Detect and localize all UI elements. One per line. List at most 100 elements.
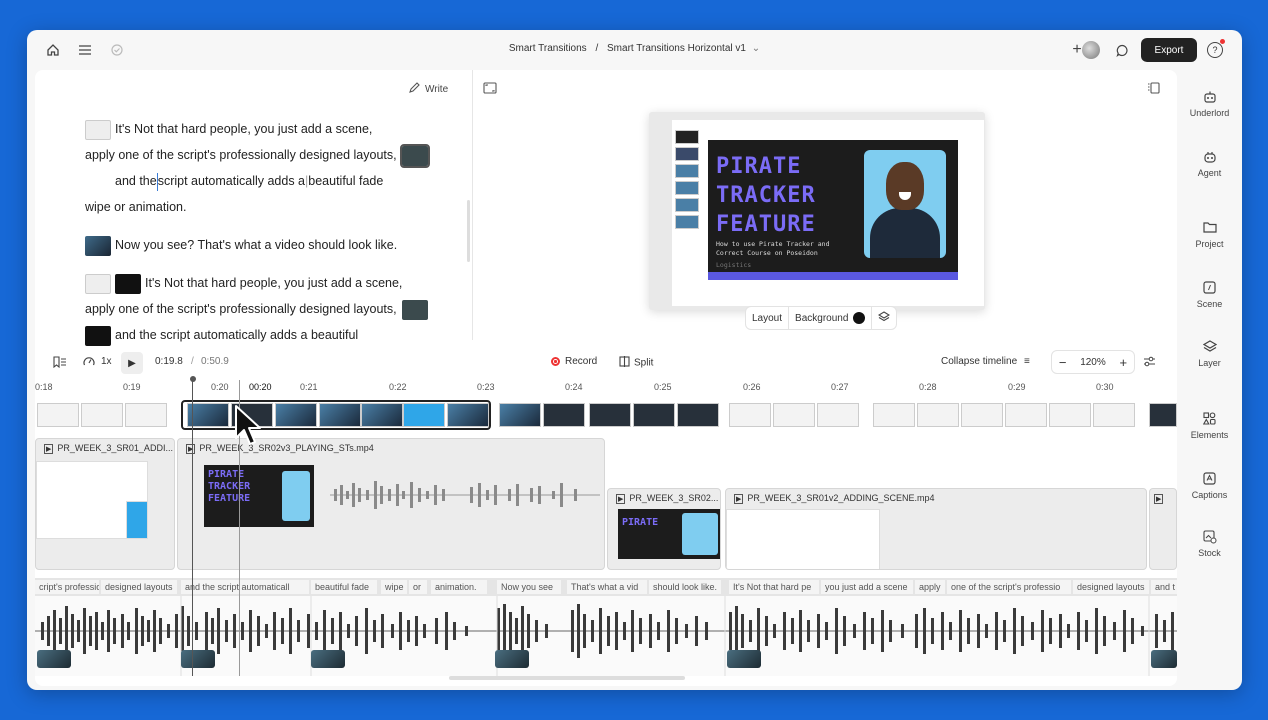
collapse-timeline-button[interactable]: Collapse timeline ≡: [941, 356, 1030, 367]
film-frame: [729, 403, 771, 427]
aspect-ratio-icon[interactable]: [483, 82, 499, 98]
word-chip[interactable]: designed layouts: [101, 580, 177, 594]
scene-thumbnail[interactable]: [85, 273, 111, 294]
record-button[interactable]: Record: [551, 356, 597, 367]
zoom-level[interactable]: 120%: [1080, 357, 1106, 368]
sidebar-item-stock[interactable]: Stock: [1177, 530, 1242, 558]
slide-footer: Logistics: [716, 261, 752, 269]
word-chip[interactable]: beautiful fade: [311, 580, 377, 594]
sidebar-item-elements[interactable]: Elements: [1177, 412, 1242, 440]
breadcrumb-composition[interactable]: Smart Transitions Horizontal v1: [607, 43, 746, 54]
word-chip[interactable]: should look like.: [649, 580, 721, 594]
layers-button[interactable]: [872, 307, 896, 329]
timeline-ruler[interactable]: 0:18 0:19 0:20 00:20 0:21 0:22 0:23 0:24…: [35, 380, 1177, 396]
speed-icon[interactable]: [83, 356, 95, 370]
scene-filmstrip[interactable]: [35, 400, 1177, 430]
word-chip[interactable]: animation.: [431, 580, 487, 594]
right-sidebar: Underlord Agent Project Scene Layer Elem…: [1177, 70, 1242, 690]
zoom-in-button[interactable]: +: [1120, 355, 1128, 370]
collapse-icon: ≡: [1023, 356, 1030, 367]
comment-icon[interactable]: [1112, 40, 1132, 60]
script-paragraph[interactable]: Now you see? That's what a video should …: [85, 232, 460, 258]
background-label: Background: [795, 312, 849, 324]
word-chip[interactable]: one of the script's professio: [947, 580, 1071, 594]
panel-toggle-icon[interactable]: [1147, 82, 1163, 98]
script-paragraph[interactable]: It's Not that hard people, you just add …: [85, 270, 460, 348]
script-line: and the: [115, 174, 157, 188]
word-chip[interactable]: Now you see: [497, 580, 561, 594]
layout-button[interactable]: Layout: [746, 307, 790, 329]
scene-thumbnail[interactable]: [85, 235, 111, 256]
breadcrumb-separator: /: [595, 43, 599, 54]
sidebar-item-layer[interactable]: Layer: [1177, 340, 1242, 368]
ruler-tick: 0:18: [35, 382, 53, 392]
ruler-tick: 0:24: [565, 382, 583, 392]
video-clip[interactable]: PR_WEEK_3_SR02... PIRATE: [607, 488, 721, 570]
record-label: Record: [565, 356, 598, 367]
word-chip[interactable]: or: [409, 580, 427, 594]
speaker-thumbnail[interactable]: [181, 650, 215, 668]
film-frame: [81, 403, 123, 427]
video-clip[interactable]: PR_WEEK_3_SR02v3_PLAYING_STs.mp4 PIRATE …: [177, 438, 605, 570]
word-chip[interactable]: That's what a vid: [567, 580, 647, 594]
selected-scene-range[interactable]: [181, 400, 491, 430]
playhead[interactable]: [192, 380, 193, 676]
scene-icon: [1203, 281, 1217, 295]
film-frame: [677, 403, 719, 427]
sidebar-item-agent[interactable]: Agent: [1177, 150, 1242, 178]
playback-speed[interactable]: 1x: [101, 356, 112, 367]
speaker-thumbnail[interactable]: [1151, 650, 1177, 668]
word-chip[interactable]: and the script automaticall: [181, 580, 309, 594]
word-chip[interactable]: It's Not that hard pe: [729, 580, 819, 594]
sidebar-item-project[interactable]: Project: [1177, 221, 1242, 249]
video-clip[interactable]: PR_WEEK_3_SR01_ADDI...: [35, 438, 175, 570]
export-button[interactable]: Export: [1141, 38, 1197, 62]
scene-thumbnail[interactable]: [402, 299, 429, 320]
zoom-out-button[interactable]: −: [1059, 355, 1067, 370]
split-button[interactable]: Split: [619, 356, 653, 370]
speaker-thumbnail[interactable]: [37, 650, 71, 668]
sidebar-item-underlord[interactable]: Underlord: [1177, 90, 1242, 118]
speaker-thumbnail[interactable]: [311, 650, 345, 668]
recorded-screen: PIRATE TRACKER FEATURE How to use Pirate…: [672, 120, 984, 306]
word-chip[interactable]: apply: [915, 580, 945, 594]
script-scrollbar[interactable]: [467, 200, 470, 262]
write-button[interactable]: Write: [409, 82, 448, 96]
word-chip[interactable]: designed layouts: [1073, 580, 1149, 594]
word-chip[interactable]: cript's professio: [35, 580, 99, 594]
pirate-tracker-slide: PIRATE TRACKER FEATURE How to use Pirate…: [708, 140, 958, 280]
ruler-tick: 0:27: [831, 382, 849, 392]
scene-thumbnail[interactable]: [400, 143, 431, 168]
slide-accent-bar: [708, 272, 958, 280]
background-button[interactable]: Background: [789, 307, 873, 329]
playhead-handle[interactable]: [190, 376, 196, 382]
film-frame: [1149, 403, 1177, 427]
chevron-down-icon[interactable]: ⌄: [752, 43, 760, 54]
sidebar-item-scene[interactable]: Scene: [1177, 281, 1242, 309]
scene-thumbnail[interactable]: [85, 325, 111, 346]
scene-thumbnail[interactable]: [85, 119, 111, 140]
chapters-icon[interactable]: [53, 356, 67, 371]
speaker-thumbnail[interactable]: [727, 650, 761, 668]
play-button[interactable]: ▶: [121, 352, 143, 374]
word-chip[interactable]: wipe: [381, 580, 407, 594]
video-preview[interactable]: PIRATE TRACKER FEATURE How to use Pirate…: [649, 112, 985, 310]
mini-slide-title: PIRATE TRACKER FEATURE: [208, 469, 251, 504]
avatar[interactable]: [1082, 41, 1100, 59]
timeline-scrollbar[interactable]: [449, 676, 685, 680]
layout-label: Layout: [752, 312, 783, 324]
timeline-settings-icon[interactable]: [1143, 356, 1156, 370]
help-icon[interactable]: ?: [1207, 42, 1223, 58]
editor-main: Write It's Not that hard people, you jus…: [35, 70, 1177, 686]
video-clip[interactable]: PR_WEEK_3_SR01v2_ADDING_SCENE.mp4: [725, 488, 1147, 570]
sidebar-item-label: Layer: [1198, 358, 1221, 368]
video-clip[interactable]: [1149, 488, 1177, 570]
speaker-thumbnail[interactable]: [495, 650, 529, 668]
script-text[interactable]: It's Not that hard people, you just add …: [85, 116, 460, 348]
script-paragraph[interactable]: It's Not that hard people, you just add …: [85, 116, 460, 220]
word-chip[interactable]: and t: [1151, 580, 1177, 594]
scene-thumbnail[interactable]: [115, 273, 141, 294]
breadcrumb-project[interactable]: Smart Transitions: [509, 43, 587, 54]
sidebar-item-captions[interactable]: Captions: [1177, 472, 1242, 500]
word-chip[interactable]: you just add a scene: [821, 580, 913, 594]
